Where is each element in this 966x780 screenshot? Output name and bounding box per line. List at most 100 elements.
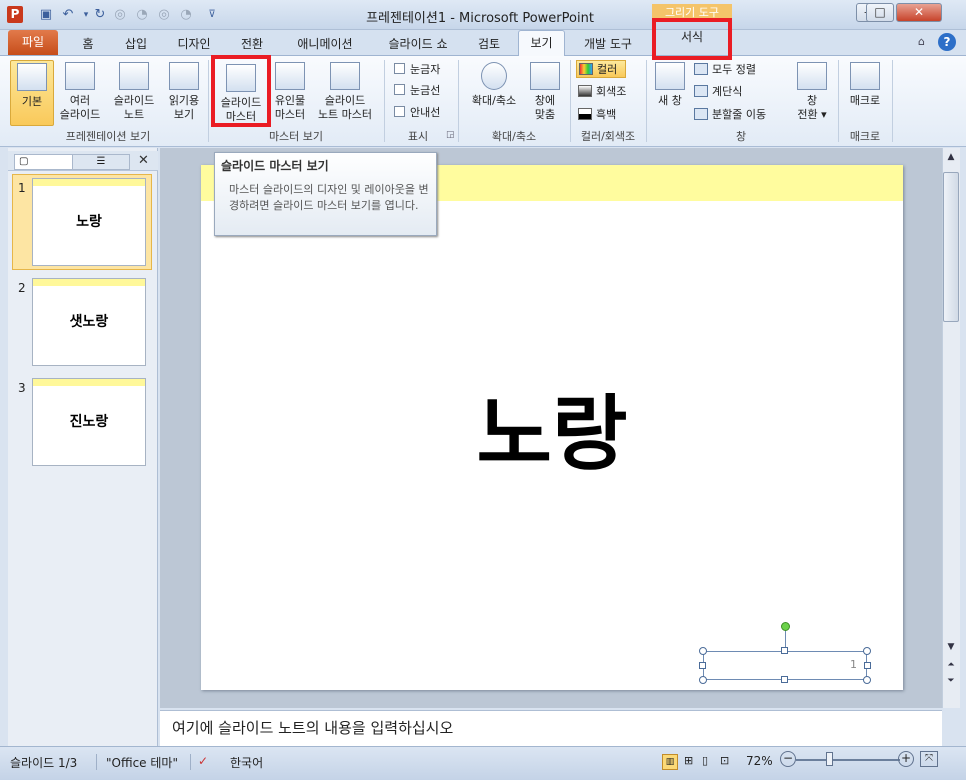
- scroll-down-icon[interactable]: ▼: [943, 642, 959, 652]
- fit-to-window-button[interactable]: 창에 맞춤: [526, 60, 564, 126]
- black-white-icon: [578, 108, 592, 120]
- language-indicator[interactable]: 한국어: [230, 754, 263, 771]
- slide-master-button[interactable]: 슬라이드 마스터: [211, 55, 271, 127]
- redo-icon[interactable]: ↻: [92, 7, 108, 23]
- save-icon[interactable]: ▣: [38, 7, 54, 23]
- normal-view-button[interactable]: 기본: [10, 60, 54, 126]
- macros-button[interactable]: 매크로: [842, 60, 888, 126]
- notes-page-icon: [119, 62, 149, 90]
- zoom-slider-thumb[interactable]: [826, 752, 833, 766]
- shape-icon[interactable]: ◎: [112, 7, 128, 23]
- arrange-all-button[interactable]: 모두 정렬: [694, 61, 756, 79]
- tab-view[interactable]: 보기: [518, 30, 565, 56]
- tab-slideshow[interactable]: 슬라이드 쇼: [378, 33, 458, 55]
- switch-windows-icon: [797, 62, 827, 90]
- shape-icon-2[interactable]: ◔: [134, 7, 150, 23]
- switch-windows-button[interactable]: 창 전환 ▾: [790, 60, 834, 126]
- slide-title[interactable]: 노랑: [201, 380, 903, 490]
- slide-thumbnail-title: 샛노랑: [69, 314, 109, 330]
- grayscale-button[interactable]: 회색조: [578, 83, 626, 101]
- help-icon[interactable]: ?: [938, 33, 956, 51]
- zoom-in-icon[interactable]: +: [898, 751, 914, 767]
- notes-master-button[interactable]: 슬라이드 노트 마스터: [312, 60, 378, 126]
- gridlines-checkbox[interactable]: 눈금선: [394, 82, 440, 100]
- ruler-checkbox[interactable]: 눈금자: [394, 61, 440, 79]
- group-separator: [646, 60, 647, 142]
- color-button[interactable]: 컬러: [576, 60, 626, 78]
- notes-page-button[interactable]: 슬라이드 노트: [108, 60, 160, 126]
- next-slide-icon[interactable]: ⏷: [943, 676, 959, 686]
- resize-handle[interactable]: [699, 676, 707, 684]
- resize-handle[interactable]: [863, 647, 871, 655]
- slide-thumbnail[interactable]: 진노랑: [32, 378, 146, 466]
- slide-master-icon: [226, 64, 256, 92]
- slide-number-text: 1: [850, 658, 857, 671]
- shape-icon-4[interactable]: ◔: [178, 7, 194, 23]
- status-separator: [96, 754, 97, 770]
- tab-review[interactable]: 검토: [472, 33, 506, 55]
- resize-handle[interactable]: [699, 647, 707, 655]
- tab-format[interactable]: 서식: [652, 18, 732, 60]
- handout-master-icon: [275, 62, 305, 90]
- dialog-launcher-icon[interactable]: ◲: [446, 130, 455, 140]
- slide-thumbnail[interactable]: 노랑: [32, 178, 146, 266]
- minimize-ribbon-icon[interactable]: ⌂: [918, 35, 925, 48]
- tab-animations[interactable]: 애니메이션: [287, 33, 363, 55]
- cascade-button[interactable]: 계단식: [694, 83, 742, 101]
- reading-view-icon[interactable]: ▯: [702, 754, 708, 767]
- slide-number: 1: [18, 181, 26, 195]
- resize-handle[interactable]: [781, 647, 788, 654]
- rotation-handle[interactable]: [781, 622, 790, 631]
- shape-icon-3[interactable]: ◎: [156, 7, 172, 23]
- reading-view-button[interactable]: 읽기용 보기: [162, 60, 206, 126]
- tab-design[interactable]: 디자인: [170, 33, 218, 55]
- tab-insert[interactable]: 삽입: [116, 33, 156, 55]
- tooltip-title: 슬라이드 마스터 보기: [221, 159, 329, 173]
- move-split-icon: [694, 108, 708, 120]
- resize-handle[interactable]: [699, 662, 706, 669]
- normal-view-icon[interactable]: ▥: [662, 754, 678, 770]
- group-label-show: 표시: [407, 130, 429, 143]
- previous-slide-icon[interactable]: ⏶: [943, 660, 959, 670]
- slide-thumbnail-title: 노랑: [76, 214, 102, 230]
- undo-icon[interactable]: ↶: [60, 7, 76, 23]
- scrollbar-thumb[interactable]: [943, 172, 959, 322]
- fit-slide-icon[interactable]: ⤧: [920, 751, 938, 767]
- move-split-button[interactable]: 분할줄 이동: [694, 106, 766, 124]
- guides-checkbox[interactable]: 안내선: [394, 104, 440, 122]
- customize-toolbar-icon[interactable]: ⊽: [204, 7, 220, 23]
- group-label-color: 컬러/회색조: [580, 130, 636, 143]
- zoom-level[interactable]: 72%: [746, 754, 773, 768]
- close-button[interactable]: ✕: [896, 3, 942, 22]
- tab-home[interactable]: 홈: [74, 33, 102, 55]
- slideshow-icon[interactable]: ⊡: [720, 754, 729, 767]
- slide-sorter-button[interactable]: 여러 슬라이드: [56, 60, 104, 126]
- scroll-up-icon[interactable]: ▲: [943, 152, 959, 162]
- slide-sorter-icon[interactable]: ⊞: [684, 754, 693, 767]
- slide-thumbnail[interactable]: 샛노랑: [32, 278, 146, 366]
- group-label-window: 창: [735, 130, 747, 143]
- resize-handle[interactable]: [864, 662, 871, 669]
- zoom-out-icon[interactable]: −: [780, 751, 796, 767]
- zoom-slider[interactable]: [796, 759, 900, 761]
- zoom-button[interactable]: 확대/축소: [464, 60, 524, 126]
- new-window-button[interactable]: 새 창: [650, 60, 690, 126]
- handout-master-button[interactable]: 유인물 마스터: [270, 60, 310, 126]
- resize-handle[interactable]: [863, 676, 871, 684]
- tab-developer[interactable]: 개발 도구: [576, 33, 640, 55]
- checkbox-icon: [394, 106, 405, 117]
- group-separator: [570, 60, 571, 142]
- maximize-button[interactable]: □: [866, 3, 894, 22]
- tab-file[interactable]: 파일: [8, 30, 58, 55]
- theme-name[interactable]: "Office 테마": [106, 754, 178, 771]
- notes-placeholder[interactable]: 여기에 슬라이드 노트의 내용을 입력하십시오: [172, 717, 453, 738]
- powerpoint-app-icon[interactable]: P: [7, 6, 23, 23]
- resize-handle[interactable]: [781, 676, 788, 683]
- black-white-button[interactable]: 흑백: [578, 106, 616, 124]
- color-swatch-icon: [579, 63, 593, 75]
- close-panel-icon[interactable]: ✕: [138, 153, 149, 168]
- outline-tab[interactable]: ☰: [72, 154, 130, 170]
- group-separator: [838, 60, 839, 142]
- tab-transitions[interactable]: 전환: [232, 33, 272, 55]
- spelling-check-icon[interactable]: ✓: [198, 754, 208, 768]
